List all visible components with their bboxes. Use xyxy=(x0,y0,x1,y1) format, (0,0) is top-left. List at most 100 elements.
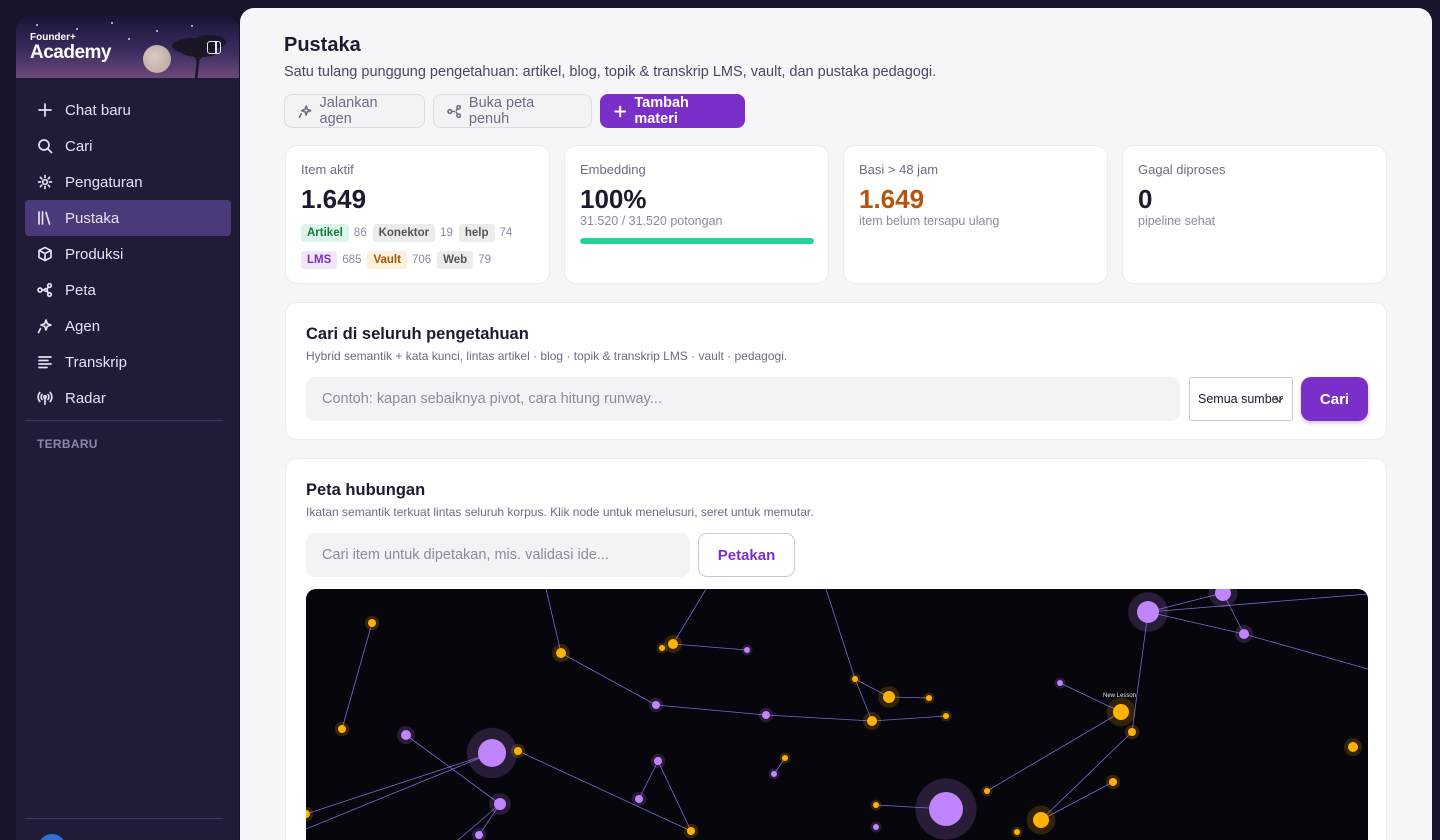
graph-edge xyxy=(986,711,1122,792)
graph-edge xyxy=(657,760,692,832)
graph-node[interactable] xyxy=(943,713,949,719)
source-chip: Web xyxy=(437,251,474,269)
graph-node[interactable] xyxy=(668,639,678,649)
graph-edge xyxy=(457,803,501,840)
graph-node[interactable] xyxy=(1128,728,1136,736)
footer-divider xyxy=(25,818,223,819)
graph-node[interactable] xyxy=(1137,601,1159,623)
graph-node[interactable] xyxy=(687,827,695,835)
graph-node[interactable] xyxy=(1033,812,1049,828)
graph-node[interactable] xyxy=(478,739,506,767)
graph-node[interactable] xyxy=(475,831,483,839)
main-content: Pustaka Satu tulang punggung pengetahuan… xyxy=(240,8,1432,840)
sidebar-item-label: Cari xyxy=(65,137,93,155)
source-chip-count: 79 xyxy=(478,254,492,266)
sidebar-item-radar[interactable]: Radar xyxy=(25,380,231,416)
sidebar-item-chat-baru[interactable]: Chat baru xyxy=(25,92,231,128)
graph-edge xyxy=(560,652,657,706)
graph-node[interactable] xyxy=(368,619,376,627)
map-button[interactable]: Petakan xyxy=(698,533,795,577)
graph-node[interactable] xyxy=(852,676,858,682)
box-icon xyxy=(37,246,53,262)
avatar[interactable] xyxy=(38,834,66,840)
sidebar-item-label: Radar xyxy=(65,389,106,407)
stat-value: 100% xyxy=(580,184,647,214)
stat-label: Basi > 48 jam xyxy=(859,162,939,177)
search-button[interactable]: Cari xyxy=(1301,377,1368,421)
add-material-button[interactable]: Tambah materi xyxy=(600,94,745,128)
graph-node[interactable] xyxy=(338,725,346,733)
run-agent-button[interactable]: Jalankan agen xyxy=(284,94,425,128)
sidebar-item-cari[interactable]: Cari xyxy=(25,128,231,164)
graph-canvas[interactable]: New Lesson xyxy=(306,589,1368,840)
graph-node[interactable] xyxy=(867,716,877,726)
graph-node[interactable] xyxy=(926,695,932,701)
graph-node[interactable] xyxy=(659,645,665,651)
graph-node[interactable] xyxy=(883,691,895,703)
sidebar-nav: Chat baru Cari Pengaturan Pustaka Produk… xyxy=(25,92,231,416)
graph-node-label: New Lesson xyxy=(1103,693,1136,699)
stat-value: 1.649 xyxy=(301,184,367,214)
graph-edge xyxy=(1040,731,1133,821)
stat-label: Item aktif xyxy=(301,162,354,177)
graph-edge xyxy=(655,704,767,716)
stat-card-embedding: Embedding 100% 31.520 / 31.520 potongan xyxy=(564,145,829,284)
graph-node[interactable] xyxy=(1057,680,1063,686)
graph-edge xyxy=(765,714,873,722)
source-chip-count: 706 xyxy=(411,254,432,266)
collapse-sidebar-icon[interactable] xyxy=(207,41,221,54)
graph-node[interactable] xyxy=(873,802,879,808)
sidebar-item-peta[interactable]: Peta xyxy=(25,272,231,308)
graph-node[interactable] xyxy=(1109,778,1117,786)
graph-edge xyxy=(672,589,707,645)
sidebar: Founder+ Academy Chat baru Cari Pengatur… xyxy=(16,16,239,840)
stat-card-active: Item aktif 1.649 Artikel 86 Konektor 19 help… xyxy=(285,145,550,284)
sidebar-item-pengaturan[interactable]: Pengaturan xyxy=(25,164,231,200)
graph-node[interactable] xyxy=(782,755,788,761)
graph-node[interactable] xyxy=(929,792,963,826)
graph-node[interactable] xyxy=(654,757,662,765)
page-title: Pustaka xyxy=(284,34,361,56)
knowledge-search-input[interactable] xyxy=(306,377,1180,421)
sidebar-item-label: Pustaka xyxy=(65,209,120,227)
open-map-label: Buka peta penuh xyxy=(468,95,535,127)
graph-node[interactable] xyxy=(1348,742,1358,752)
source-chip-count: 685 xyxy=(342,254,362,266)
map-item-search-input[interactable] xyxy=(306,533,690,577)
graph-node[interactable] xyxy=(984,788,990,794)
sidebar-item-agen[interactable]: Agen xyxy=(25,308,231,344)
map-title: Peta hubungan xyxy=(306,481,426,499)
graph-node[interactable] xyxy=(635,795,643,803)
graph-node[interactable] xyxy=(494,798,506,810)
open-map-button[interactable]: Buka peta penuh xyxy=(433,94,592,128)
brand-name: Academy xyxy=(30,42,112,63)
relationship-graph[interactable]: New Lesson xyxy=(306,589,1368,840)
sidebar-item-transkrip[interactable]: Transkrip xyxy=(25,344,231,380)
recent-section-title: TERBARU xyxy=(37,437,98,451)
graph-node[interactable] xyxy=(1113,704,1129,720)
search-title: Cari di seluruh pengetahuan xyxy=(306,325,529,343)
sidebar-item-produksi[interactable]: Produksi xyxy=(25,236,231,272)
stat-label: Gagal diproses xyxy=(1138,162,1226,177)
network-icon xyxy=(447,104,462,118)
graph-edge xyxy=(1243,633,1368,670)
graph-node[interactable] xyxy=(514,747,522,755)
source-select[interactable]: Semua sumber xyxy=(1189,377,1293,421)
sidebar-item-label: Transkrip xyxy=(65,353,127,371)
sidebar-item-pustaka[interactable]: Pustaka xyxy=(25,200,231,236)
graph-node[interactable] xyxy=(771,771,777,777)
graph-node[interactable] xyxy=(744,647,750,653)
graph-node[interactable] xyxy=(401,730,411,740)
graph-node[interactable] xyxy=(1014,829,1020,835)
graph-node[interactable] xyxy=(556,648,566,658)
source-select-value: Semua sumber xyxy=(1198,392,1283,406)
source-chip-count: 86 xyxy=(353,227,367,239)
stat-note: pipeline sehat xyxy=(1138,214,1216,228)
graph-node[interactable] xyxy=(762,711,770,719)
tree-illustration xyxy=(172,35,226,78)
graph-node[interactable] xyxy=(1239,629,1249,639)
graph-node[interactable] xyxy=(873,824,879,830)
source-chip: LMS xyxy=(301,251,338,269)
brand-banner: Founder+ Academy xyxy=(16,16,239,78)
graph-node[interactable] xyxy=(652,701,660,709)
